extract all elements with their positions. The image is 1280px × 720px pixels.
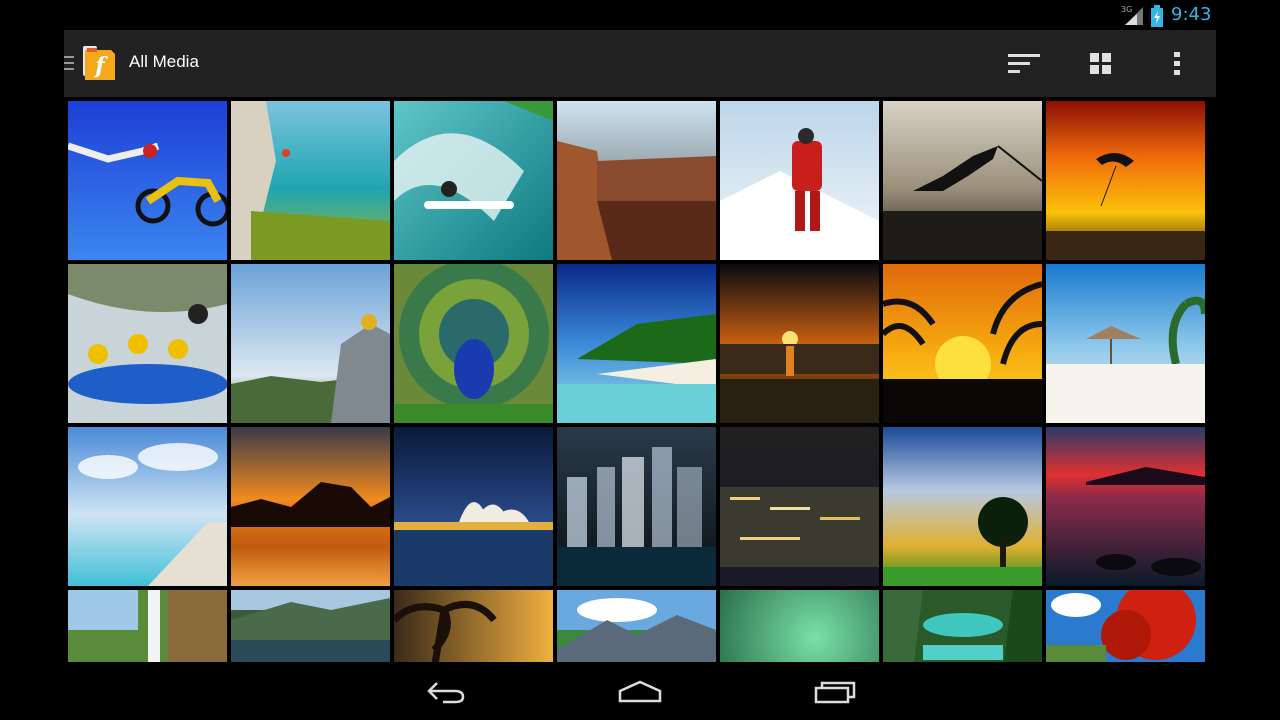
sort-icon xyxy=(1008,54,1040,73)
drawer-icon[interactable] xyxy=(64,54,76,72)
media-thumbnail[interactable] xyxy=(557,264,716,423)
media-thumbnail[interactable] xyxy=(720,101,879,260)
media-thumbnail[interactable] xyxy=(394,264,553,423)
media-thumbnail[interactable] xyxy=(720,590,879,662)
media-thumbnail[interactable] xyxy=(394,590,553,662)
media-thumbnail[interactable] xyxy=(394,427,553,586)
media-thumbnail[interactable] xyxy=(883,427,1042,586)
page-title: All Media xyxy=(129,52,199,71)
status-bar: 3G 9:43 xyxy=(0,0,1280,30)
home-button[interactable] xyxy=(610,672,670,712)
back-button[interactable] xyxy=(416,672,476,712)
media-thumbnail[interactable] xyxy=(720,264,879,423)
media-thumbnail[interactable] xyxy=(231,590,390,662)
media-thumbnail[interactable] xyxy=(68,264,227,423)
media-thumbnail[interactable] xyxy=(1046,427,1205,586)
overflow-menu-button[interactable] xyxy=(1153,40,1201,88)
media-thumbnail[interactable] xyxy=(394,101,553,260)
media-thumbnail[interactable] xyxy=(1046,264,1205,423)
media-thumbnail[interactable] xyxy=(720,427,879,586)
media-thumbnail[interactable] xyxy=(557,427,716,586)
media-thumbnail[interactable] xyxy=(557,590,716,662)
media-thumbnail[interactable] xyxy=(68,590,227,662)
network-type-label: 3G xyxy=(1121,5,1132,14)
clock: 9:43 xyxy=(1171,4,1212,25)
grid-view-button[interactable] xyxy=(1077,40,1125,88)
media-thumbnail[interactable] xyxy=(883,590,1042,662)
back-icon xyxy=(427,682,465,704)
media-thumbnail[interactable] xyxy=(231,264,390,423)
media-thumbnail[interactable] xyxy=(68,101,227,260)
media-thumbnail[interactable] xyxy=(1046,590,1205,662)
battery-icon xyxy=(1151,5,1163,27)
recent-apps-button[interactable] xyxy=(806,672,866,712)
media-thumbnail[interactable] xyxy=(557,101,716,260)
media-grid xyxy=(68,101,1208,662)
sort-button[interactable] xyxy=(1000,40,1048,88)
signal-icon: 3G xyxy=(1121,5,1143,25)
action-bar: f All Media xyxy=(64,30,1216,97)
media-thumbnail[interactable] xyxy=(68,427,227,586)
media-thumbnail[interactable] xyxy=(883,264,1042,423)
grid-view-icon xyxy=(1090,53,1111,74)
app-logo-icon[interactable]: f xyxy=(81,42,117,82)
media-thumbnail[interactable] xyxy=(883,101,1042,260)
media-thumbnail[interactable] xyxy=(231,427,390,586)
recent-apps-icon xyxy=(814,681,856,704)
home-icon xyxy=(618,680,662,703)
navigation-bar xyxy=(0,664,1280,720)
media-thumbnail[interactable] xyxy=(1046,101,1205,260)
media-thumbnail[interactable] xyxy=(231,101,390,260)
overflow-menu-icon xyxy=(1174,52,1180,75)
